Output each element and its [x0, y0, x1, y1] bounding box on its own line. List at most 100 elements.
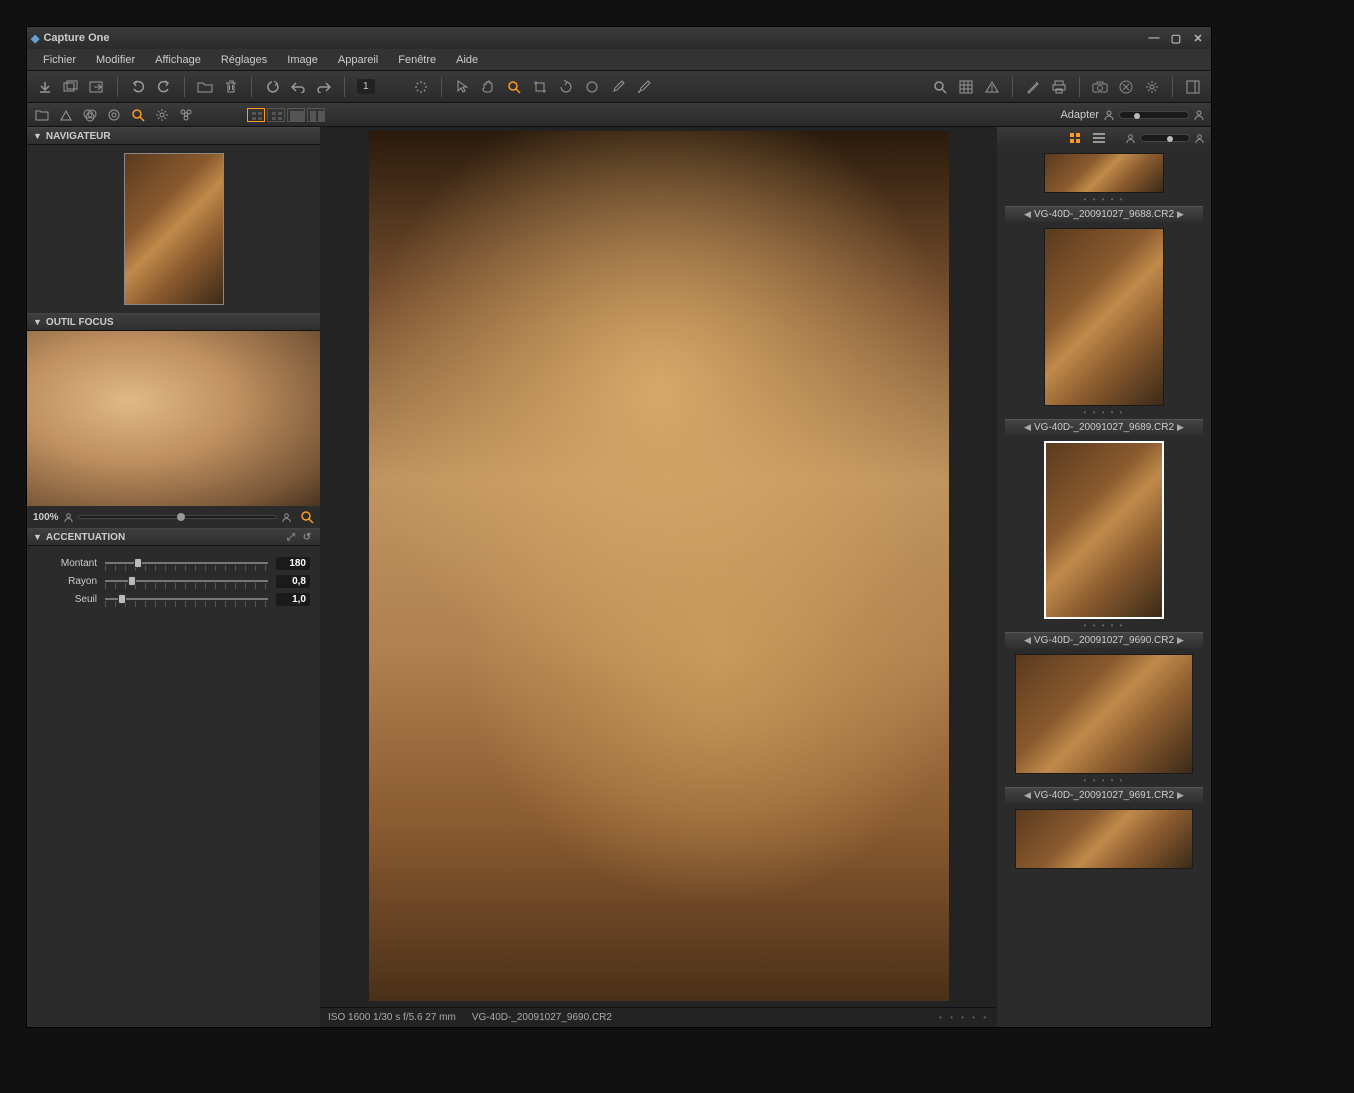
- edit-external-icon[interactable]: [1021, 75, 1045, 99]
- focus-zoom-slider[interactable]: [78, 515, 277, 519]
- browser-scroll-area[interactable]: • • • • • ◀VG-40D-_20091027_9688.CR2▶ • …: [997, 149, 1211, 1027]
- spot-tool-icon[interactable]: [580, 75, 604, 99]
- menu-modifier[interactable]: Modifier: [86, 51, 145, 69]
- panel-expand-icon[interactable]: ⤢: [284, 530, 298, 544]
- tooltab-output-icon[interactable]: [177, 106, 195, 124]
- warning-icon[interactable]: [980, 75, 1004, 99]
- person-icon[interactable]: [1193, 109, 1205, 121]
- tooltab-detail-icon[interactable]: [129, 106, 147, 124]
- browser-item[interactable]: • • • • • ◀VG-40D-_20091027_9689.CR2▶: [1005, 228, 1203, 435]
- rotate-tool-icon[interactable]: [554, 75, 578, 99]
- person-icon[interactable]: [1103, 109, 1115, 121]
- rating-dots[interactable]: • • • • •: [1005, 408, 1203, 417]
- hand-pan-icon[interactable]: [476, 75, 500, 99]
- menu-reglages[interactable]: Réglages: [211, 51, 277, 69]
- focus-picker-icon[interactable]: [300, 510, 314, 524]
- thumbnail-image[interactable]: [1044, 153, 1164, 193]
- accent-value[interactable]: 0,8: [276, 575, 310, 588]
- chevron-left-icon[interactable]: ◀: [1021, 790, 1034, 800]
- menu-image[interactable]: Image: [277, 51, 328, 69]
- maximize-button[interactable]: ▢: [1167, 31, 1185, 45]
- chevron-left-icon[interactable]: ◀: [1021, 635, 1034, 645]
- tooltab-color-icon[interactable]: [81, 106, 99, 124]
- chevron-left-icon[interactable]: ◀: [1021, 422, 1034, 432]
- close-button[interactable]: ✕: [1189, 31, 1207, 45]
- zoom-slider[interactable]: [1119, 111, 1189, 119]
- grid-overlay-icon[interactable]: [954, 75, 978, 99]
- cancel-circle-icon[interactable]: [1114, 75, 1138, 99]
- browser-item[interactable]: • • • • • ◀VG-40D-_20091027_9691.CR2▶: [1005, 654, 1203, 803]
- rating-dots[interactable]: • • • • •: [1005, 776, 1203, 785]
- redo-icon[interactable]: [152, 75, 176, 99]
- menu-appareil[interactable]: Appareil: [328, 51, 388, 69]
- layout-single-icon[interactable]: [287, 108, 305, 122]
- menu-aide[interactable]: Aide: [446, 51, 488, 69]
- undo-icon[interactable]: [126, 75, 150, 99]
- chevron-right-icon[interactable]: ▶: [1174, 209, 1187, 219]
- accent-slider-rayon[interactable]: [105, 574, 268, 588]
- panel-reset-icon[interactable]: ↺: [300, 530, 314, 544]
- browser-list-icon[interactable]: [1093, 133, 1105, 143]
- eyedropper-wb-icon[interactable]: [606, 75, 630, 99]
- folder-icon[interactable]: [193, 75, 217, 99]
- accent-header[interactable]: ▼ ACCENTUATION ⤢ ↺: [27, 528, 320, 546]
- thumbnail-image[interactable]: [1015, 654, 1193, 774]
- person-icon[interactable]: [281, 512, 292, 523]
- browser-item-selected[interactable]: • • • • • ◀VG-40D-_20091027_9690.CR2▶: [1005, 441, 1203, 648]
- tooltab-exposure-icon[interactable]: [57, 106, 75, 124]
- rating-dots[interactable]: • • • • •: [1005, 195, 1203, 204]
- viewer-image[interactable]: [369, 131, 949, 1001]
- focus-header[interactable]: ▼ OUTIL FOCUS: [27, 313, 320, 331]
- reset-icon[interactable]: [260, 75, 284, 99]
- export-images-icon[interactable]: [59, 75, 83, 99]
- tooltab-lens-icon[interactable]: [105, 106, 123, 124]
- thumbnail-image[interactable]: [1015, 809, 1193, 869]
- accent-slider-montant[interactable]: [105, 556, 268, 570]
- eyedropper-curve-icon[interactable]: [632, 75, 656, 99]
- menu-fichier[interactable]: Fichier: [33, 51, 86, 69]
- chevron-right-icon[interactable]: ▶: [1174, 790, 1187, 800]
- import-down-icon[interactable]: [33, 75, 57, 99]
- redo-arrow-icon[interactable]: [312, 75, 336, 99]
- accent-value[interactable]: 180: [276, 557, 310, 570]
- navigator-thumbnail[interactable]: [124, 153, 224, 305]
- search-icon[interactable]: [928, 75, 952, 99]
- browser-item[interactable]: [1005, 809, 1203, 869]
- filmstrip-toggle-icon[interactable]: [1181, 75, 1205, 99]
- spinner-icon[interactable]: [409, 75, 433, 99]
- rating-dots[interactable]: • • • • •: [939, 1013, 989, 1022]
- zoom-tool-icon[interactable]: [502, 75, 526, 99]
- preferences-gear-icon[interactable]: [1140, 75, 1164, 99]
- delete-icon[interactable]: [219, 75, 243, 99]
- crop-tool-icon[interactable]: [528, 75, 552, 99]
- person-icon[interactable]: [1125, 133, 1136, 144]
- layout-grid-icon[interactable]: [247, 108, 265, 122]
- minimize-button[interactable]: —: [1145, 31, 1163, 45]
- chevron-right-icon[interactable]: ▶: [1174, 422, 1187, 432]
- person-icon[interactable]: [63, 512, 74, 523]
- chevron-left-icon[interactable]: ◀: [1021, 209, 1034, 219]
- camera-icon[interactable]: [1088, 75, 1112, 99]
- layout-grid2-icon[interactable]: [267, 108, 285, 122]
- person-icon[interactable]: [1194, 133, 1205, 144]
- navigator-header[interactable]: ▼ NAVIGATEUR: [27, 127, 320, 145]
- thumbnail-image[interactable]: [1044, 228, 1164, 406]
- rating-dots[interactable]: • • • • •: [1005, 621, 1203, 630]
- layout-split-icon[interactable]: [307, 108, 325, 122]
- tooltab-adjust-icon[interactable]: [153, 106, 171, 124]
- chevron-right-icon[interactable]: ▶: [1174, 635, 1187, 645]
- undo-arrow-icon[interactable]: [286, 75, 310, 99]
- tooltab-library-icon[interactable]: [33, 106, 51, 124]
- accent-value[interactable]: 1,0: [276, 593, 310, 606]
- browser-thumb-size-slider[interactable]: [1140, 134, 1190, 142]
- print-icon[interactable]: [1047, 75, 1071, 99]
- browser-grid-icon[interactable]: [1069, 132, 1081, 144]
- browser-item[interactable]: • • • • • ◀VG-40D-_20091027_9688.CR2▶: [1005, 153, 1203, 222]
- accent-slider-seuil[interactable]: [105, 592, 268, 606]
- menu-fenetre[interactable]: Fenêtre: [388, 51, 446, 69]
- cursor-arrow-icon[interactable]: [450, 75, 474, 99]
- menu-affichage[interactable]: Affichage: [145, 51, 211, 69]
- focus-preview[interactable]: [27, 331, 320, 506]
- export-original-icon[interactable]: [85, 75, 109, 99]
- thumbnail-image[interactable]: [1044, 441, 1164, 619]
